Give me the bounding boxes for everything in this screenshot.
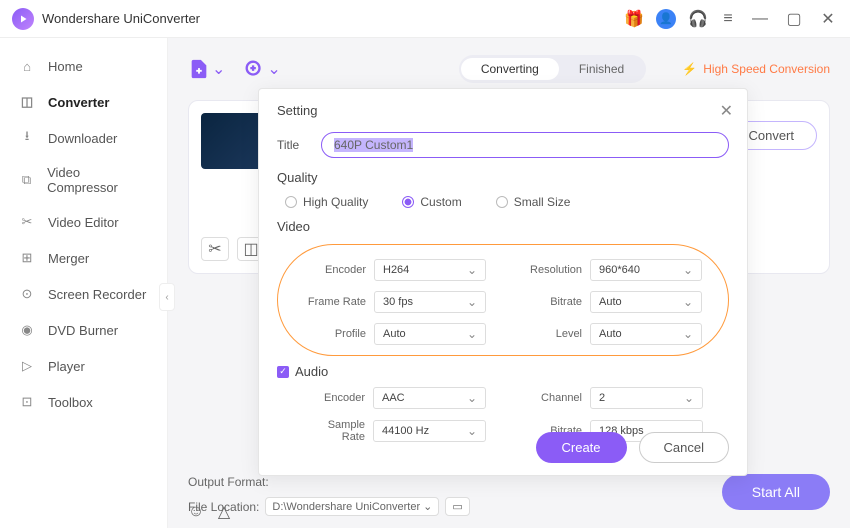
sidebar-item-toolbox[interactable]: ⊡ Toolbox: [0, 384, 167, 420]
convert-icon: ◫: [18, 93, 36, 111]
radio-icon: [402, 196, 414, 208]
minimize-button[interactable]: —: [750, 9, 770, 29]
audio-checkbox[interactable]: ✓: [277, 366, 289, 378]
close-button[interactable]: ✕: [818, 9, 838, 29]
play-icon: ▷: [18, 357, 36, 375]
notification-icon[interactable]: △: [216, 504, 232, 520]
dvd-icon: ◉: [18, 321, 36, 339]
titlebar: Wondershare UniConverter 🎁 👤 🎧 ≡ — ▢ ✕: [0, 0, 850, 38]
radio-icon: [285, 196, 297, 208]
title-input[interactable]: [321, 132, 729, 158]
tools-icon: ⊡: [18, 393, 36, 411]
add-url-button[interactable]: ⌄: [243, 58, 280, 80]
sidebar-item-home[interactable]: ⌂ Home: [0, 48, 167, 84]
quality-heading: Quality: [277, 170, 729, 185]
merge-icon: ⊞: [18, 249, 36, 267]
video-level-select[interactable]: Auto: [590, 323, 702, 345]
app-logo-icon: [12, 8, 34, 30]
tabs: Converting Finished: [459, 55, 646, 83]
add-file-button[interactable]: ⌄: [188, 58, 225, 80]
trim-button[interactable]: ✂: [201, 237, 229, 261]
sidebar: ⌂ Home ◫ Converter ⭳ Downloader ⧉ Video Comp…: [0, 38, 168, 528]
quality-small[interactable]: Small Size: [496, 195, 571, 209]
sidebar-item-converter[interactable]: ◫ Converter: [0, 84, 167, 120]
file-location-select[interactable]: D:\Wondershare UniConverter ⌄: [265, 497, 439, 516]
support-icon[interactable]: 🎧: [690, 11, 706, 27]
sidebar-item-label: DVD Burner: [48, 323, 118, 338]
sidebar-item-label: Merger: [48, 251, 89, 266]
audio-channel-select[interactable]: 2: [590, 387, 703, 409]
video-resolution-select[interactable]: 960*640: [590, 259, 702, 281]
tab-finished[interactable]: Finished: [559, 58, 644, 80]
sidebar-item-recorder[interactable]: ⊙ Screen Recorder: [0, 276, 167, 312]
chevron-down-icon: ⌄: [267, 59, 280, 79]
open-folder-button[interactable]: ▭: [445, 497, 469, 516]
sidebar-item-player[interactable]: ▷ Player: [0, 348, 167, 384]
user-avatar-icon[interactable]: 👤: [656, 9, 676, 29]
video-heading: Video: [277, 219, 729, 234]
sidebar-item-dvd[interactable]: ◉ DVD Burner: [0, 312, 167, 348]
output-format-label: Output Format:: [188, 475, 269, 489]
cancel-button[interactable]: Cancel: [639, 432, 729, 463]
create-button[interactable]: Create: [536, 432, 627, 463]
app-title: Wondershare UniConverter: [42, 11, 200, 26]
modal-heading: Setting: [277, 103, 729, 118]
sidebar-item-label: Screen Recorder: [48, 287, 146, 302]
compress-icon: ⧉: [18, 171, 35, 189]
sidebar-item-label: Home: [48, 59, 83, 74]
quality-high[interactable]: High Quality: [285, 195, 368, 209]
sidebar-item-label: Video Editor: [48, 215, 119, 230]
video-framerate-select[interactable]: 30 fps: [374, 291, 486, 313]
sidebar-item-label: Toolbox: [48, 395, 93, 410]
feedback-icon[interactable]: ☺: [188, 504, 204, 520]
sidebar-item-editor[interactable]: ✂ Video Editor: [0, 204, 167, 240]
sidebar-item-label: Downloader: [48, 131, 117, 146]
video-bitrate-select[interactable]: Auto: [590, 291, 702, 313]
edit-icon: ✂: [18, 213, 36, 231]
start-all-button[interactable]: Start All: [722, 474, 830, 510]
audio-heading: Audio: [295, 364, 328, 379]
video-params-highlight: EncoderH264 Resolution960*640 Frame Rate…: [277, 244, 729, 356]
chevron-down-icon: ⌄: [212, 59, 225, 79]
lightning-icon: ⚡: [682, 62, 697, 76]
sidebar-item-label: Video Compressor: [47, 165, 149, 195]
title-label: Title: [277, 138, 311, 152]
sidebar-item-label: Player: [48, 359, 85, 374]
radio-icon: [496, 196, 508, 208]
modal-close-button[interactable]: ✕: [720, 101, 733, 121]
sidebar-item-merger[interactable]: ⊞ Merger: [0, 240, 167, 276]
tab-converting[interactable]: Converting: [461, 58, 559, 80]
home-icon: ⌂: [18, 57, 36, 75]
download-icon: ⭳: [18, 129, 36, 147]
toolbar: ⌄ ⌄ Converting Finished ⚡High Speed Conv…: [188, 50, 830, 88]
sidebar-item-compressor[interactable]: ⧉ Video Compressor: [0, 156, 167, 204]
sidebar-item-label: Converter: [48, 95, 109, 110]
record-icon: ⊙: [18, 285, 36, 303]
audio-samplerate-select[interactable]: 44100 Hz: [373, 420, 486, 442]
sidebar-item-downloader[interactable]: ⭳ Downloader: [0, 120, 167, 156]
video-encoder-select[interactable]: H264: [374, 259, 486, 281]
audio-encoder-select[interactable]: AAC: [373, 387, 486, 409]
high-speed-toggle[interactable]: ⚡High Speed Conversion: [682, 62, 830, 76]
video-profile-select[interactable]: Auto: [374, 323, 486, 345]
menu-icon[interactable]: ≡: [720, 11, 736, 27]
quality-custom[interactable]: Custom: [402, 195, 461, 209]
maximize-button[interactable]: ▢: [784, 9, 804, 29]
settings-modal: ✕ Setting Title Quality High Quality Cus…: [258, 88, 748, 476]
gift-icon[interactable]: 🎁: [626, 11, 642, 27]
